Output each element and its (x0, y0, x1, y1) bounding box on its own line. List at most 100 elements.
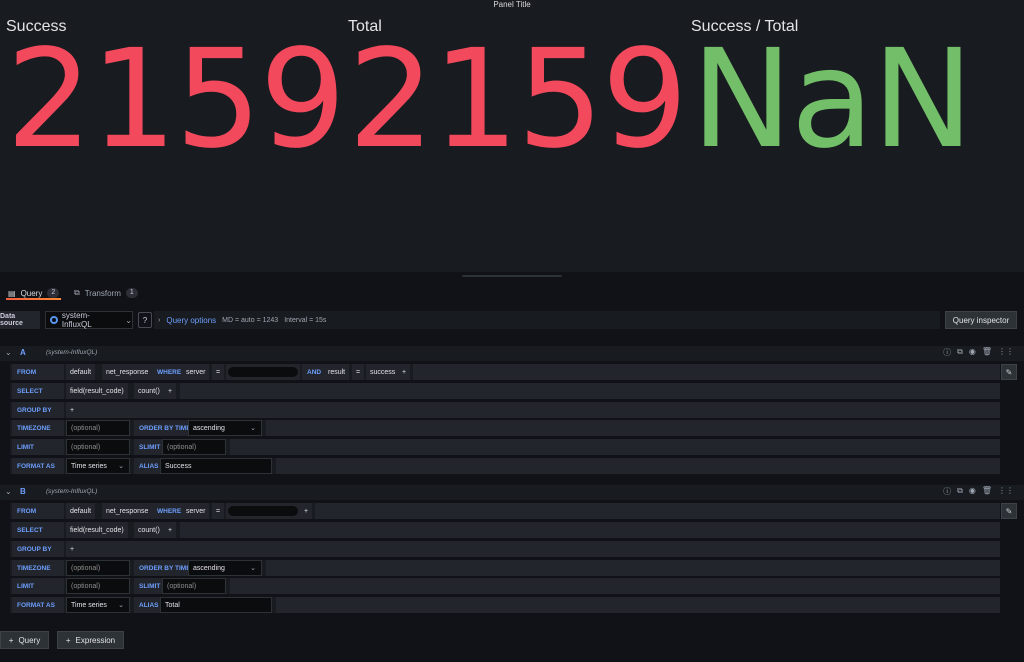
add-groupby-button[interactable]: + (66, 402, 79, 418)
stat-value: NaN (691, 21, 974, 179)
timezone-keyword: TIMEZONE (12, 560, 64, 576)
row-filler (413, 364, 1000, 380)
query-row-header-b[interactable]: ⌄ B (system-InfluxQL) ⓘ ⧉ ◉ 🗑 ⋮⋮ (0, 485, 1024, 500)
groupby-row: GROUP BY + (10, 402, 1000, 418)
tag-value-segment[interactable] (226, 364, 300, 380)
operator-segment[interactable]: = (352, 364, 365, 380)
function-segment[interactable]: count() (134, 522, 164, 538)
datasource-label: Data source (0, 311, 40, 329)
slimit-input[interactable]: (optional) (162, 578, 226, 594)
row-filler (266, 420, 1000, 436)
query-row-actions: ⓘ ⧉ ◉ 🗑 ⋮⋮ (943, 486, 1014, 497)
trash-icon[interactable]: 🗑 (982, 486, 992, 497)
help-icon[interactable]: ⓘ (943, 486, 951, 497)
duplicate-icon[interactable]: ⧉ (957, 347, 963, 358)
drag-handle-icon[interactable]: ⋮⋮ (998, 486, 1014, 497)
panel-title[interactable]: Panel Title (0, 0, 1024, 10)
add-condition-button[interactable]: + (300, 503, 313, 519)
plus-icon: + (65, 635, 71, 645)
format-select[interactable]: Time series ⌄ (66, 458, 130, 474)
operator-segment[interactable]: = (212, 364, 225, 380)
timezone-input[interactable]: (optional) (66, 420, 130, 436)
tag-value-segment[interactable] (226, 503, 300, 519)
add-expression-label: Expression (75, 635, 116, 645)
groupby-keyword: GROUP BY (12, 402, 64, 418)
drag-handle-icon[interactable]: ⋮⋮ (998, 347, 1014, 358)
add-condition-button[interactable]: + (398, 364, 411, 380)
chevron-down-icon: ⌄ (118, 463, 124, 470)
pencil-icon: ✎ (1005, 367, 1013, 377)
and-keyword[interactable]: AND (302, 364, 327, 380)
field-segment[interactable]: field(result_code) (66, 383, 128, 399)
retention-policy-segment[interactable]: default (66, 364, 96, 380)
datasource-picker[interactable]: system-InfluxQL ⌄ (45, 311, 133, 329)
active-tab-indicator (6, 298, 61, 300)
pane-resize-handle[interactable] (462, 275, 562, 277)
query-letter[interactable]: A (20, 348, 26, 357)
select-row: SELECT field(result_code) count() + (10, 522, 1000, 538)
timezone-input[interactable]: (optional) (66, 560, 130, 576)
chevron-down-icon: ⌄ (250, 565, 256, 572)
tag-key-segment[interactable]: server (182, 364, 210, 380)
editor-tabs: ▤ Query 2 ⧉ Transform 1 (0, 283, 1024, 303)
slimit-keyword: SLIMIT (134, 439, 166, 455)
query-row-header-a[interactable]: ⌄ A (system-InfluxQL) ⓘ ⧉ ◉ 🗑 ⋮⋮ (0, 346, 1024, 361)
tag-value-segment[interactable]: success (366, 364, 400, 380)
datasource-help-button[interactable]: ? (138, 312, 152, 328)
slimit-keyword: SLIMIT (134, 578, 166, 594)
query-datasource-name: (system-InfluxQL) (46, 349, 98, 356)
tag-key-segment[interactable]: result (324, 364, 350, 380)
limit-row: LIMIT (optional) SLIMIT (optional) (10, 578, 1000, 594)
tag-key-segment[interactable]: server (182, 503, 210, 519)
query-inspector-button[interactable]: Query inspector (945, 311, 1017, 329)
transform-icon: ⧉ (74, 288, 80, 297)
format-row: FORMAT AS Time series ⌄ ALIAS Total (10, 597, 1000, 613)
operator-segment[interactable]: = (212, 503, 225, 519)
add-select-button[interactable]: + (164, 383, 177, 399)
eye-icon[interactable]: ◉ (969, 347, 976, 358)
measurement-segment[interactable]: net_response (102, 503, 153, 519)
field-segment[interactable]: field(result_code) (66, 522, 128, 538)
tab-query[interactable]: ▤ Query 2 (8, 283, 60, 303)
query-letter[interactable]: B (20, 487, 26, 496)
order-select[interactable]: ascending ⌄ (188, 420, 262, 436)
row-filler (276, 458, 1000, 474)
tab-transform[interactable]: ⧉ Transform 1 (74, 283, 138, 303)
limit-input[interactable]: (optional) (66, 439, 130, 455)
retention-policy-segment[interactable]: default (66, 503, 96, 519)
toggle-text-edit-button[interactable]: ✎ (1001, 364, 1017, 380)
duplicate-icon[interactable]: ⧉ (957, 486, 963, 497)
max-data-points-info: MD = auto = 1243 (222, 316, 279, 324)
eye-icon[interactable]: ◉ (969, 486, 976, 497)
pencil-icon: ✎ (1005, 506, 1013, 516)
toggle-text-edit-button[interactable]: ✎ (1001, 503, 1017, 519)
limit-input[interactable]: (optional) (66, 578, 130, 594)
datasource-bar: Data source system-InfluxQL ⌄ ? › Query … (0, 311, 1024, 329)
row-filler (266, 560, 1000, 576)
select-row: SELECT field(result_code) count() + (10, 383, 1000, 399)
alias-input[interactable]: Success (160, 458, 272, 474)
measurement-segment[interactable]: net_response (102, 364, 153, 380)
row-filler (78, 402, 1000, 418)
add-expression-button[interactable]: + Expression (57, 631, 124, 649)
add-select-button[interactable]: + (164, 522, 177, 538)
chevron-right-icon: › (158, 316, 161, 324)
add-query-label: Query (18, 635, 41, 645)
help-icon[interactable]: ⓘ (943, 347, 951, 358)
slimit-input[interactable]: (optional) (162, 439, 226, 455)
add-groupby-button[interactable]: + (66, 541, 79, 557)
stat-total: Total 2159 (348, 14, 688, 168)
add-query-button[interactable]: + Query (0, 631, 49, 649)
alias-input[interactable]: Total (160, 597, 272, 613)
stat-ratio: Success / Total NaN (691, 14, 974, 179)
trash-icon[interactable]: 🗑 (982, 347, 992, 358)
collapse-chevron-icon[interactable]: ⌄ (5, 348, 12, 357)
format-select[interactable]: Time series ⌄ (66, 597, 130, 613)
function-segment[interactable]: count() (134, 383, 164, 399)
timezone-keyword: TIMEZONE (12, 420, 64, 436)
order-select[interactable]: ascending ⌄ (188, 560, 262, 576)
timezone-row: TIMEZONE (optional) ORDER BY TIME ascend… (10, 560, 1000, 576)
query-options-toggle[interactable]: › Query options MD = auto = 1243 Interva… (158, 311, 326, 329)
collapse-chevron-icon[interactable]: ⌄ (5, 487, 12, 496)
from-keyword: FROM (12, 503, 64, 519)
